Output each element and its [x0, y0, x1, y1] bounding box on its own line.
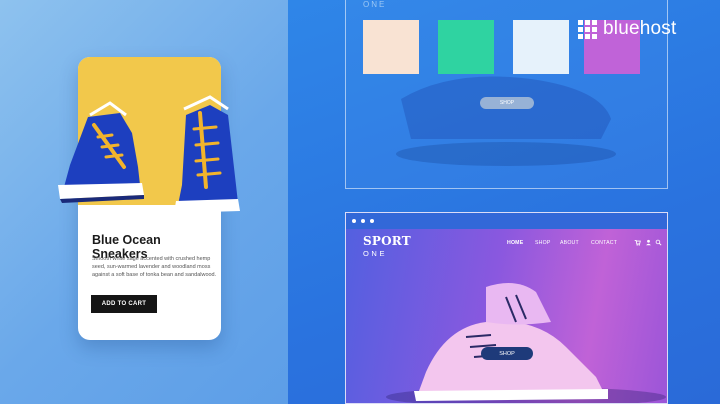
- pink-sneakers-image: [386, 283, 666, 403]
- top-shop-button[interactable]: SHOP: [480, 97, 534, 109]
- right-sneaker: [174, 95, 240, 213]
- window-dot[interactable]: [370, 219, 374, 223]
- search-icon[interactable]: [655, 239, 662, 246]
- window-dot[interactable]: [352, 219, 356, 223]
- faded-sneaker-image: [396, 76, 616, 166]
- nav-shop[interactable]: SHOP: [535, 240, 551, 246]
- cart-icon[interactable]: [634, 239, 641, 246]
- nav-home[interactable]: HOME: [507, 240, 523, 246]
- window-dot[interactable]: [361, 219, 365, 223]
- nav-about[interactable]: ABOUT: [560, 240, 579, 246]
- logo-text: bluehost: [603, 18, 677, 39]
- browser-titlebar: [346, 213, 667, 229]
- hero-shop-button[interactable]: SHOP: [481, 347, 533, 360]
- mockup-label: ONE: [363, 0, 387, 9]
- left-sneaker: [58, 101, 144, 203]
- bottom-website-mockup: SPORT ONE HOME SHOP ABOUT CONTACT SHOP: [345, 212, 668, 404]
- add-to-cart-button[interactable]: ADD TO CART: [91, 295, 157, 313]
- blue-sneakers-image: [58, 95, 240, 213]
- brand-title: SPORT: [363, 234, 411, 248]
- user-icon[interactable]: [645, 239, 652, 246]
- nav-contact[interactable]: CONTACT: [591, 240, 617, 246]
- bluehost-logo: bluehost: [578, 18, 676, 40]
- bluehost-grid-icon: [578, 19, 597, 39]
- hero-scene: [346, 229, 667, 403]
- brand-subtitle: ONE: [363, 249, 388, 258]
- product-description: Smooth white sage accented with crushed …: [92, 256, 217, 278]
